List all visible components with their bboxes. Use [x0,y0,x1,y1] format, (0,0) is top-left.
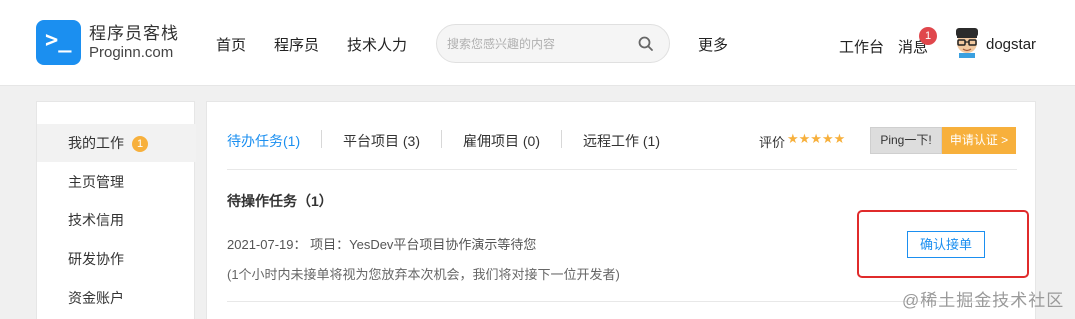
sidebar-item-my-work[interactable]: 我的工作 1 [37,124,196,162]
watermark: @稀土掘金技术社区 [902,291,1065,310]
logo-text-cn: 程序员客栈 [89,24,179,43]
tab-divider [441,130,442,148]
rating-label: 评价 [759,135,786,150]
sidebar-item-label: 资金账户 [68,290,124,306]
nav-programmers[interactable]: 程序员 [274,34,319,55]
tab-divider [561,130,562,148]
search-icon[interactable] [637,35,655,53]
star-rating-icon: ★★★★★ [787,131,846,146]
sidebar-item-funds-account[interactable]: 资金账户 [37,279,196,317]
terminal-prompt-glyph: >_ [45,28,72,53]
confirm-accept-order-button[interactable]: 确认接单 [907,231,985,258]
nav-more[interactable]: 更多 [698,34,728,55]
tab-remote-work[interactable]: 远程工作 (1) [583,131,660,151]
search-box [436,24,670,63]
workbench-link[interactable]: 工作台 [839,36,884,57]
sidebar-item-label: 主页管理 [68,174,124,190]
sidebar-item-homepage-management[interactable]: 主页管理 [37,163,196,201]
logo-icon[interactable]: >_ [36,20,81,65]
sidebar: 我的工作 1 主页管理 技术信用 研发协作 资金账户 [36,101,196,319]
tab-divider [321,130,322,148]
message-count-badge: 1 [919,27,937,45]
tab-hired-projects[interactable]: 雇佣项目 (0) [463,131,540,151]
task-description: 2021-07-19： 项目：YesDev平台项目协作演示等待您 [227,237,537,252]
logo-text-en: Proginn.com [89,44,174,61]
divider [227,169,1017,170]
logo-text[interactable]: 程序员客栈 Proginn.com [89,24,179,62]
sidebar-item-label: 技术信用 [68,212,124,228]
tab-pending-tasks[interactable]: 待办任务(1) [227,131,300,151]
username[interactable]: dogstar [986,36,1036,53]
avatar[interactable] [953,28,981,58]
section-title: 待操作任务（1） [227,193,333,209]
tab-platform-projects[interactable]: 平台项目 (3) [343,131,420,151]
my-work-count-badge: 1 [132,136,148,152]
divider [227,301,1017,302]
ping-button[interactable]: Ping一下! [870,127,942,154]
nav-home[interactable]: 首页 [216,34,246,55]
top-header: >_ 程序员客栈 Proginn.com 首页 程序员 技术人力 更多 工作台 … [0,0,1075,86]
nav-tech-staffing[interactable]: 技术人力 [347,34,407,55]
sidebar-item-tech-credit[interactable]: 技术信用 [37,201,196,239]
task-note: (1个小时内未接单将视为您放弃本次机会，我们将对接下一位开发者) [227,267,620,282]
apply-certification-button[interactable]: 申请认证 > [942,127,1016,154]
sidebar-item-dev-collaboration[interactable]: 研发协作 [37,240,196,278]
sidebar-item-label: 我的工作 [68,135,124,151]
sidebar-item-label: 研发协作 [68,251,124,267]
search-input[interactable] [447,34,627,54]
